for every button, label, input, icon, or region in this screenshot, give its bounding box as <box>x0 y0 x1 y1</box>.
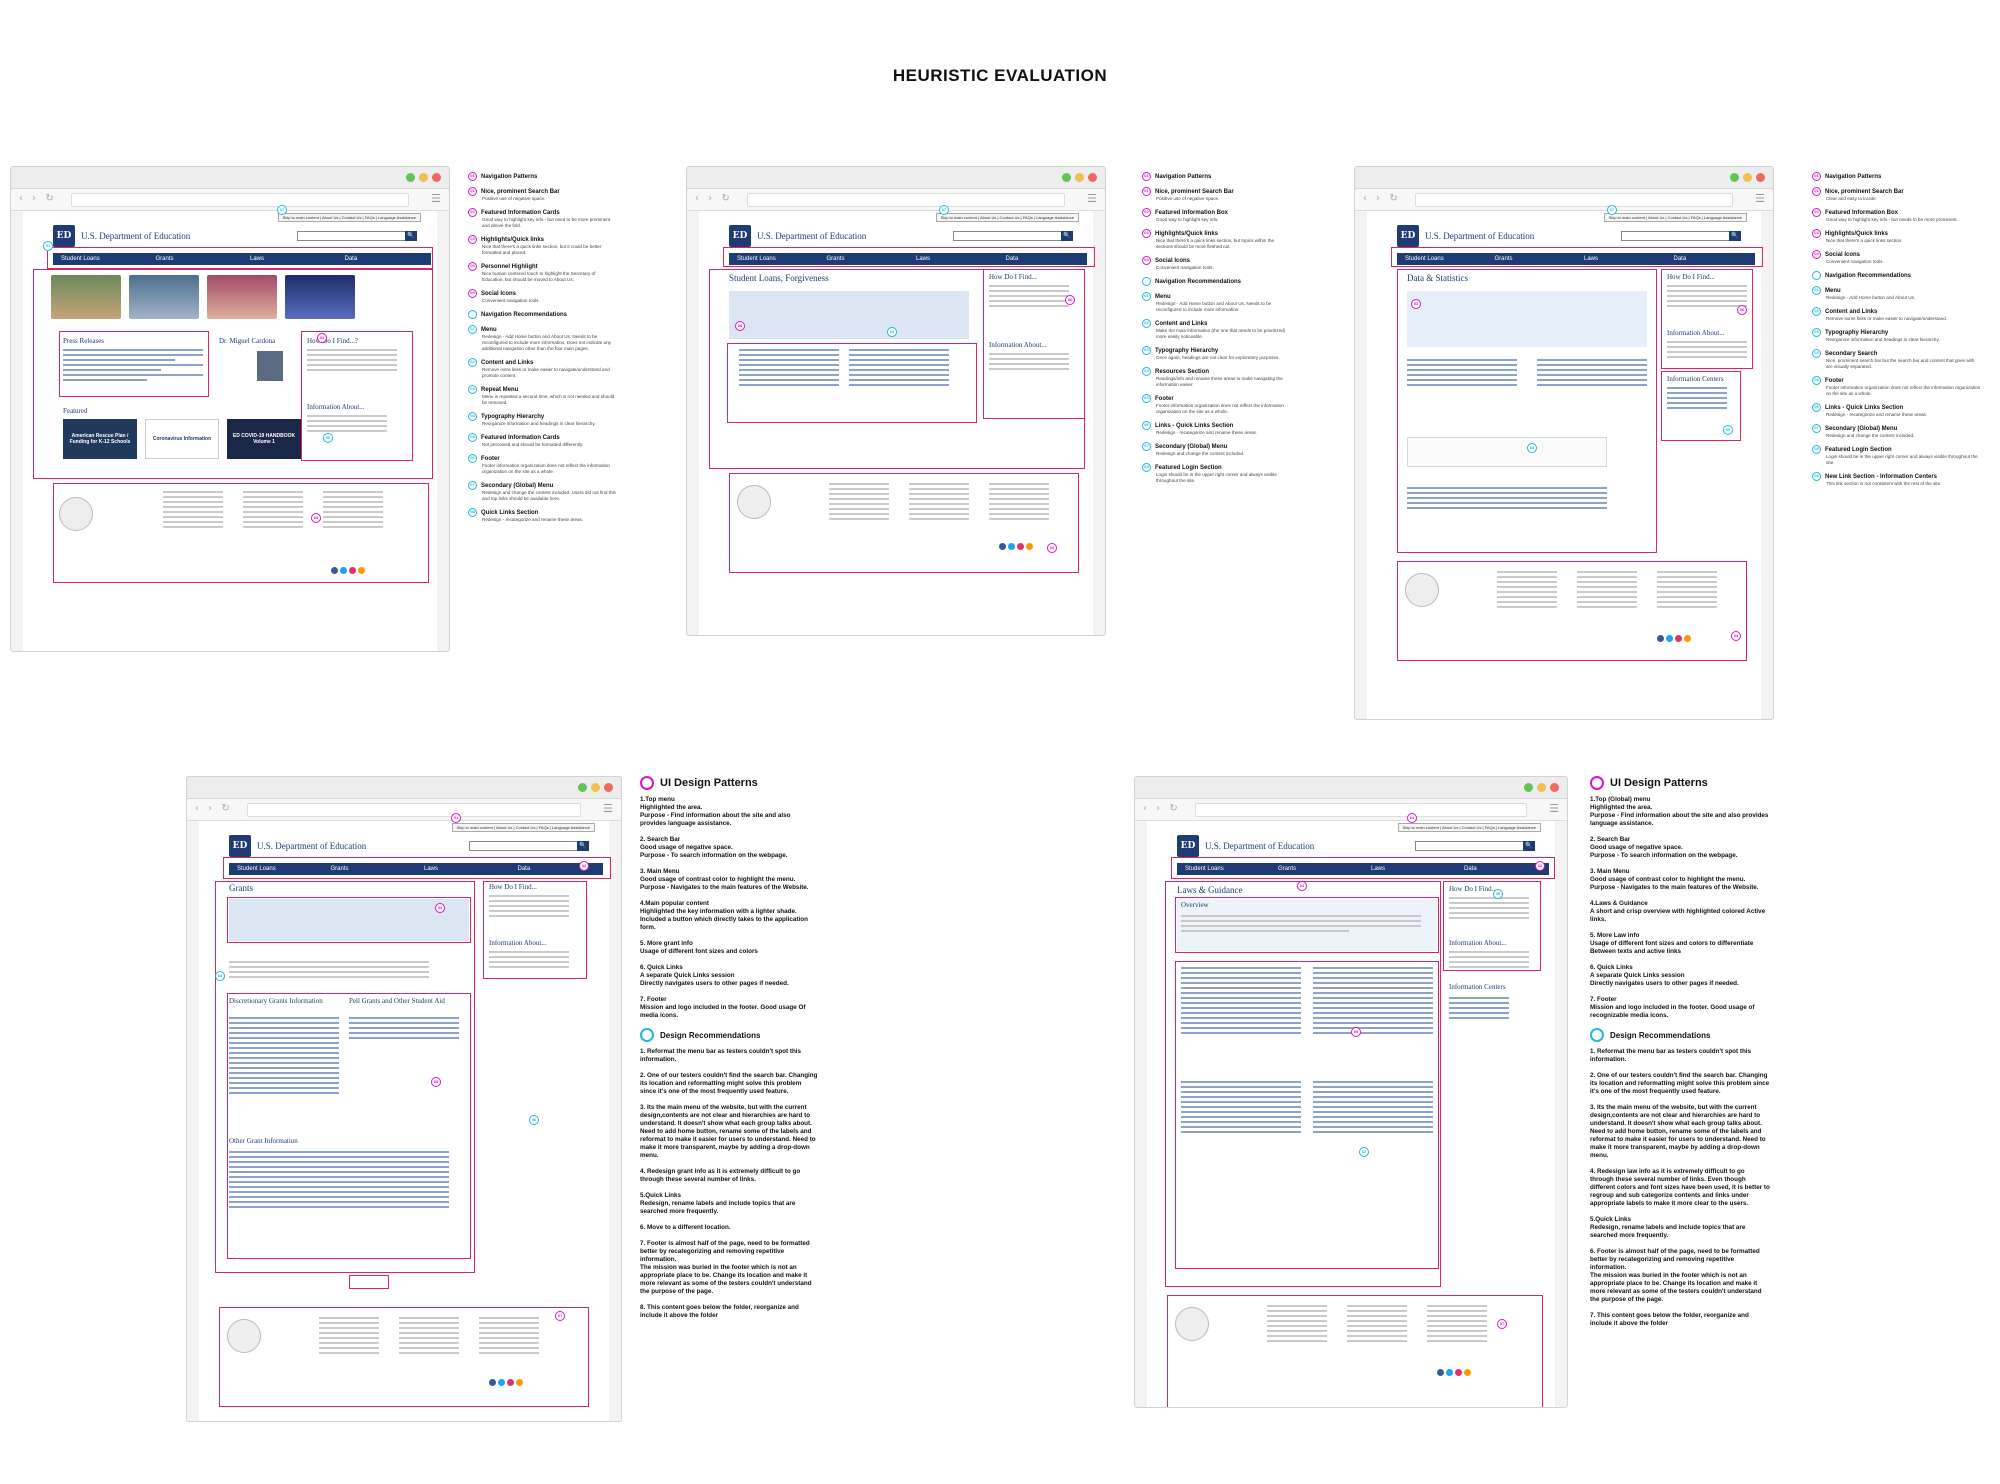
data-page: Skip to main content | About Us | Contac… <box>1367 205 1763 719</box>
address-bar[interactable] <box>247 803 581 817</box>
utility-links[interactable]: Skip to main content | About Us | Contac… <box>1603 213 1747 222</box>
search-icon[interactable]: 🔍 <box>1061 231 1073 241</box>
search-icon[interactable]: 🔍 <box>577 841 589 851</box>
browser-window-home: ‹ › ↻ ☰ Skip to main content | About Us |… <box>10 166 450 652</box>
ed-logo-icon: ED <box>229 835 251 857</box>
utility-links[interactable]: Skip to main content | About Us | Contac… <box>935 213 1079 222</box>
ed-logo-icon: ED <box>1177 835 1199 857</box>
ed-logo-icon: ED <box>1397 225 1419 247</box>
logo[interactable]: ED U.S. Department of Education <box>729 225 866 247</box>
browser-window-data: ‹ › ↻ ☰ Skip to main content | About Us |… <box>1354 166 1774 720</box>
notes-home: 01 Navigation Patterns 01 Nice, prominent … <box>468 172 618 529</box>
home-page: Skip to main content | About Us | Contac… <box>23 205 437 651</box>
logo[interactable]: ED U.S. Department of Education <box>1397 225 1534 247</box>
search-input[interactable]: 🔍 <box>469 841 589 851</box>
search-input[interactable]: 🔍 <box>297 231 417 241</box>
loans-page: Skip to main content | About Us | Contac… <box>699 205 1095 635</box>
ui-notes-right: UI Design Patterns 1.Top (Global) menu H… <box>1590 776 1770 1327</box>
laws-page: Skip to main content | About Us | Contac… <box>1147 813 1555 1407</box>
ed-logo-icon: ED <box>729 225 751 247</box>
address-bar[interactable] <box>1415 193 1733 207</box>
browser-window-laws: ‹ › ↻ ☰ Skip to main content | About Us |… <box>1134 776 1568 1408</box>
notes-data: 01 Navigation Patterns 01 Nice, prominent … <box>1812 172 1982 493</box>
browser-window-loans: ‹ › ↻ ☰ Skip to main content | About Us |… <box>686 166 1106 636</box>
search-icon[interactable]: 🔍 <box>1729 231 1741 241</box>
search-input[interactable]: 🔍 <box>1621 231 1741 241</box>
utility-links[interactable]: Skip to main content | About Us | Contac… <box>451 823 595 832</box>
search-input[interactable]: 🔍 <box>953 231 1073 241</box>
logo[interactable]: ED U.S. Department of Education <box>229 835 366 857</box>
ed-logo-icon: ED <box>53 225 75 247</box>
info-centers-heading: Information Centers <box>1449 983 1506 991</box>
search-icon[interactable]: 🔍 <box>405 231 417 241</box>
utility-links[interactable]: Skip to main content | About Us | Contac… <box>277 213 421 222</box>
address-bar[interactable] <box>1195 803 1527 817</box>
logo[interactable]: ED U.S. Department of Education <box>1177 835 1314 857</box>
notes-loans: 01 Navigation Patterns 01 Nice, prominent … <box>1142 172 1292 490</box>
browser-nav-icon: ‹ › ↻ <box>19 193 57 204</box>
utility-links[interactable]: Skip to main content | About Us | Contac… <box>1397 823 1541 832</box>
menu-icon: ☰ <box>431 192 441 205</box>
address-bar[interactable] <box>747 193 1065 207</box>
search-input[interactable]: 🔍 <box>1415 841 1535 851</box>
browser-window-grants: ‹ › ↻ ☰ Skip to main content | About Us |… <box>186 776 622 1422</box>
grants-page: Skip to main content | About Us | Contac… <box>199 813 611 1421</box>
ui-notes-left: UI Design Patterns 1.Top menu Highlighte… <box>640 776 818 1319</box>
page-title: HEURISTIC EVALUATION <box>892 66 1108 85</box>
search-icon[interactable]: 🔍 <box>1523 841 1535 851</box>
address-bar[interactable] <box>71 193 409 207</box>
logo[interactable]: ED U.S. Department of Education <box>53 225 190 247</box>
agency-name: U.S. Department of Education <box>81 231 191 241</box>
